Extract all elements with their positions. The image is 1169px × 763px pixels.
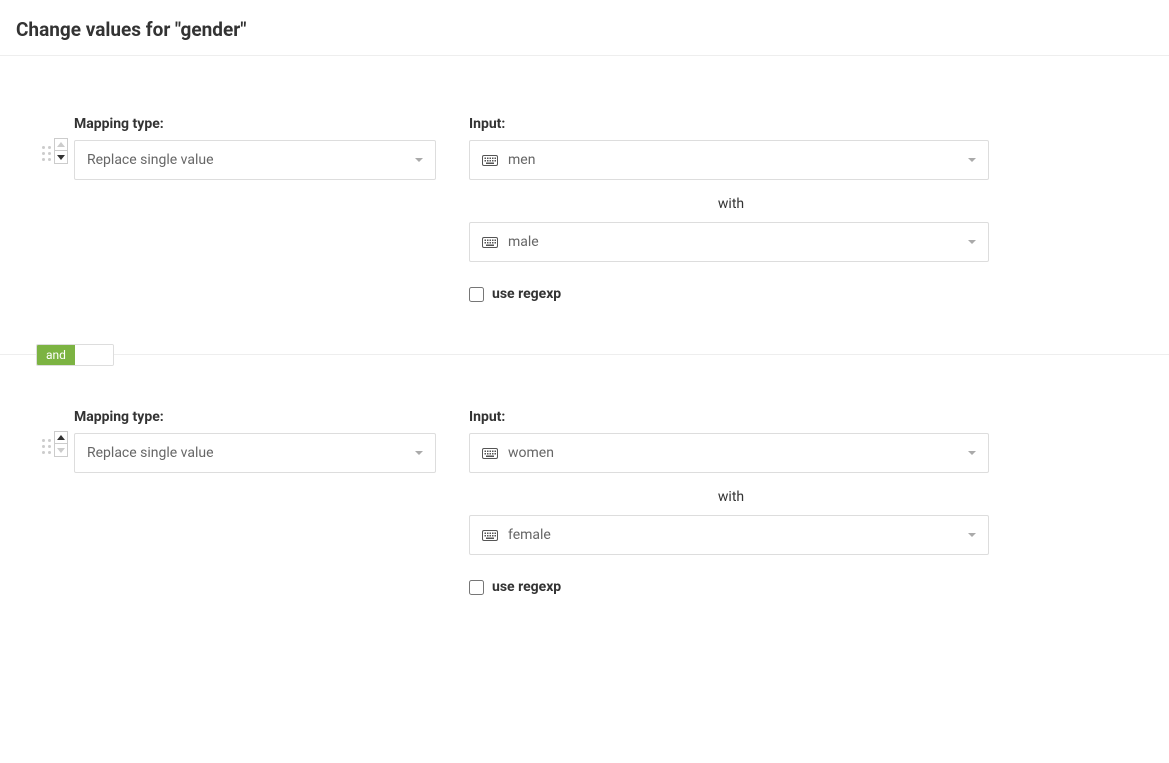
keyboard-icon [482, 237, 498, 248]
keyboard-icon [482, 448, 498, 459]
drag-handle-icon[interactable] [42, 146, 51, 161]
use-regexp-checkbox[interactable] [469, 287, 484, 302]
chevron-up-icon [57, 142, 65, 147]
use-regexp-label[interactable]: use regexp [492, 579, 561, 595]
replace-value-select[interactable]: male [469, 222, 989, 262]
replace-value: female [508, 527, 968, 543]
input-value-select[interactable]: men [469, 140, 989, 180]
connector-and[interactable]: and [37, 345, 75, 365]
chevron-down-icon [968, 533, 976, 537]
chevron-down-icon [968, 158, 976, 162]
input-label: Input: [469, 116, 993, 132]
chevron-up-icon [57, 435, 65, 440]
mapping-type-select[interactable]: Replace single value [74, 433, 436, 473]
connector-divider: and [0, 354, 1169, 355]
replace-value: male [508, 234, 968, 250]
input-value-select[interactable]: women [469, 433, 989, 473]
keyboard-icon [482, 530, 498, 541]
move-down-button[interactable] [54, 151, 68, 164]
chevron-down-icon [57, 448, 65, 453]
connector-blank[interactable] [75, 345, 113, 365]
drag-handle-icon[interactable] [42, 439, 51, 454]
chevron-down-icon [968, 451, 976, 455]
with-label: with [469, 196, 993, 212]
chevron-down-icon [415, 451, 423, 455]
with-label: with [469, 489, 993, 505]
chevron-down-icon [57, 155, 65, 160]
mapping-type-value: Replace single value [87, 445, 415, 461]
input-label: Input: [469, 409, 993, 425]
mapping-type-label: Mapping type: [74, 409, 435, 425]
use-regexp-checkbox[interactable] [469, 580, 484, 595]
rules-area: Mapping type: Replace single value Input… [0, 56, 1169, 635]
move-up-button[interactable] [54, 431, 68, 444]
input-value: women [508, 445, 968, 461]
chevron-down-icon [968, 240, 976, 244]
rule-row: Mapping type: Replace single value Input… [0, 116, 1169, 342]
chevron-down-icon [415, 158, 423, 162]
input-value: men [508, 152, 968, 168]
use-regexp-label[interactable]: use regexp [492, 286, 561, 302]
replace-value-select[interactable]: female [469, 515, 989, 555]
dialog-title: Change values for "gender" [16, 18, 1153, 41]
mapping-type-label: Mapping type: [74, 116, 435, 132]
mapping-type-select[interactable]: Replace single value [74, 140, 436, 180]
move-up-button[interactable] [54, 138, 68, 151]
dialog-header: Change values for "gender" [0, 0, 1169, 56]
keyboard-icon [482, 155, 498, 166]
mapping-type-value: Replace single value [87, 152, 415, 168]
logic-connector[interactable]: and [36, 344, 114, 366]
move-down-button[interactable] [54, 444, 68, 457]
rule-row: Mapping type: Replace single value Input… [0, 409, 1169, 635]
